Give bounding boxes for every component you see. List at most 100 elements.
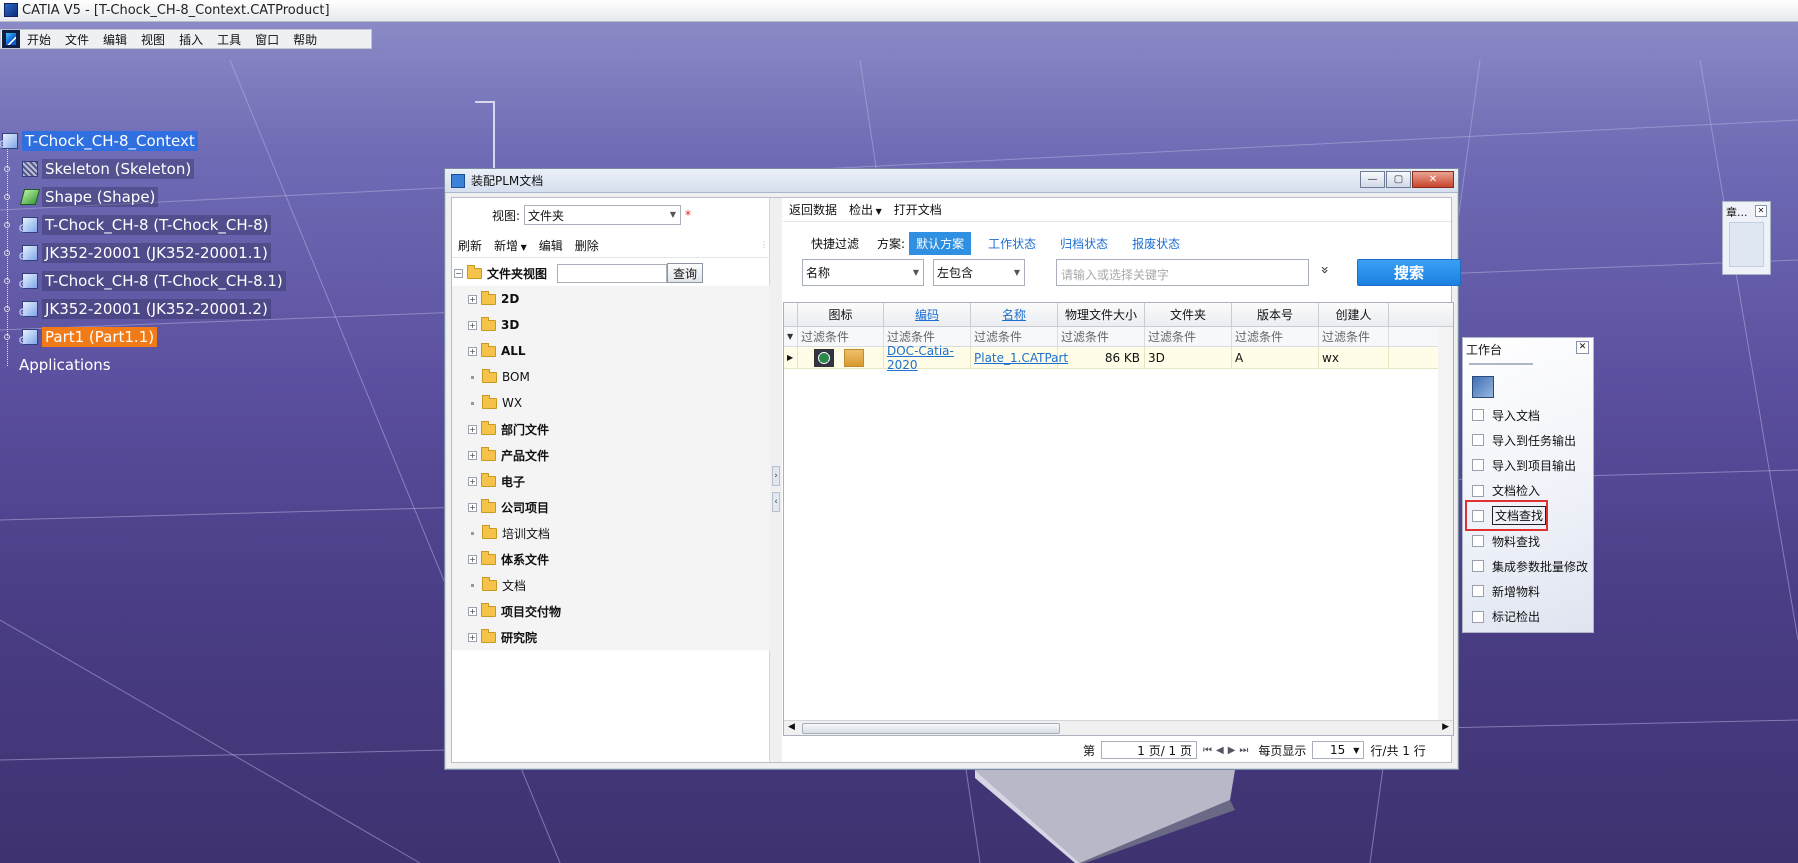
close-icon[interactable]: ✕ bbox=[1412, 171, 1454, 188]
page-nav-icons[interactable]: ⏮◀▶⏭ bbox=[1203, 745, 1252, 756]
scheme-default[interactable]: 默认方案 bbox=[909, 232, 972, 255]
workbench-item[interactable]: 导入到项目输出 bbox=[1472, 456, 1576, 474]
expand-icon[interactable]: + bbox=[468, 502, 477, 512]
checkbox[interactable] bbox=[1472, 535, 1484, 547]
folder-tree-item[interactable]: + ALL bbox=[452, 338, 770, 364]
expand-icon[interactable]: + bbox=[468, 632, 477, 642]
folder-tree-item[interactable]: + 公司项目 bbox=[452, 494, 770, 520]
expand-right-icon[interactable]: › bbox=[772, 466, 780, 486]
tree-node-root[interactable]: T-Chock_CH-8_Context bbox=[0, 130, 198, 152]
checkbox[interactable] bbox=[1472, 409, 1484, 421]
scheme-archived[interactable]: 归档状态 bbox=[1053, 232, 1115, 255]
tree-node-skeleton[interactable]: Skeleton (Skeleton) bbox=[4, 158, 195, 180]
tree-node-part1[interactable]: Part1 (Part1.1) bbox=[4, 326, 158, 348]
tree-node-label[interactable]: Shape (Shape) bbox=[42, 187, 159, 207]
workbench-item[interactable]: 集成参数批量修改 bbox=[1472, 557, 1588, 575]
tree-node-jk352-2[interactable]: JK352-20001 (JK352-20001.2) bbox=[4, 298, 271, 320]
workbench-item[interactable]: 标记检出 bbox=[1472, 608, 1540, 626]
edit-button[interactable]: 编辑 bbox=[539, 237, 563, 254]
minimize-icon[interactable]: — bbox=[1360, 171, 1385, 188]
workbench-item[interactable]: 物料查找 bbox=[1472, 532, 1540, 550]
folder-tree-item[interactable]: + 项目交付物 bbox=[452, 598, 770, 624]
open-document-button[interactable]: 打开文档 bbox=[894, 201, 942, 218]
filter-cell[interactable]: 过滤条件 bbox=[1145, 327, 1232, 346]
table-row[interactable]: ▶ DOC-Catia-2020 Plate_1.CATPart 86 KB 3… bbox=[784, 344, 1453, 372]
folder-tree-item[interactable]: + 研究院 bbox=[452, 624, 770, 650]
filter-cell[interactable]: 过滤条件 bbox=[798, 327, 884, 346]
checkbox[interactable] bbox=[1472, 434, 1484, 447]
folder-tree-item[interactable]: BOM bbox=[452, 364, 770, 390]
folder-tree-item[interactable]: + 体系文件 bbox=[452, 546, 770, 572]
scrollbar-thumb[interactable] bbox=[802, 723, 1060, 734]
checkout-button[interactable]: 检出 bbox=[849, 201, 882, 218]
expand-icon[interactable]: + bbox=[468, 424, 477, 434]
tree-node-label[interactable]: T-Chock_CH-8 (T-Chock_CH-8.1) bbox=[42, 271, 286, 291]
col-size[interactable]: 物理文件大小 bbox=[1058, 303, 1145, 326]
view-select[interactable]: 文件夹 ▼ bbox=[524, 205, 682, 225]
folder-tree-item[interactable]: +2D bbox=[452, 286, 770, 312]
catia-logo-icon[interactable] bbox=[2, 30, 20, 48]
tree-node-label[interactable]: T-Chock_CH-8 (T-Chock_CH-8) bbox=[42, 215, 272, 235]
filter-cell[interactable]: 过滤条件 bbox=[971, 327, 1058, 346]
chevron-down-icon[interactable]: ▼ bbox=[670, 210, 676, 219]
workbench-item[interactable]: 文档检入 bbox=[1472, 482, 1540, 500]
folder-tree-item[interactable]: + 部门文件 bbox=[452, 416, 770, 442]
return-data-button[interactable]: 返回数据 bbox=[789, 201, 837, 218]
tree-node-shape[interactable]: Shape (Shape) bbox=[4, 186, 159, 208]
folder-tree-item[interactable]: 文档 bbox=[452, 572, 770, 598]
folder-tree-root[interactable]: − 文件夹视图 查询 bbox=[452, 260, 770, 286]
tree-node-tchock-2[interactable]: T-Chock_CH-8 (T-Chock_CH-8.1) bbox=[4, 270, 286, 292]
workbench-item[interactable]: 导入到任务输出 bbox=[1472, 431, 1576, 449]
chevron-down-icon[interactable]: ▼ bbox=[1014, 268, 1020, 277]
workbench-item[interactable]: 新增物料 bbox=[1472, 582, 1540, 600]
checkbox[interactable] bbox=[1472, 459, 1484, 472]
tree-node-jk352-1[interactable]: JK352-20001 (JK352-20001.1) bbox=[4, 242, 271, 264]
expand-icon[interactable]: + bbox=[468, 606, 477, 616]
collapse-left-icon[interactable]: ‹ bbox=[772, 492, 780, 512]
scheme-working[interactable]: 工作状态 bbox=[981, 232, 1043, 255]
expand-icon[interactable]: + bbox=[468, 554, 477, 564]
filter-cell[interactable]: 过滤条件 bbox=[1058, 327, 1145, 346]
menu-start[interactable]: 开始 bbox=[20, 31, 58, 48]
folder-tree-item[interactable]: + 产品文件 bbox=[452, 442, 770, 468]
folder-tree-item[interactable]: 培训文档 bbox=[452, 520, 770, 546]
folder-tree-item[interactable]: + 电子 bbox=[452, 468, 770, 494]
keyword-input[interactable]: 请输入或选择关键字 bbox=[1056, 259, 1309, 286]
tree-node-label[interactable]: JK352-20001 (JK352-20001.2) bbox=[42, 299, 271, 319]
col-code[interactable]: 编码 bbox=[884, 303, 971, 326]
menu-window[interactable]: 窗口 bbox=[248, 31, 286, 48]
workbench-item[interactable]: 导入文档 bbox=[1472, 406, 1540, 424]
expand-icon[interactable]: + bbox=[468, 294, 477, 304]
tree-node-label[interactable]: Applications bbox=[16, 355, 114, 375]
menu-tools[interactable]: 工具 bbox=[210, 31, 248, 48]
dialog-titlebar[interactable]: 装配PLM文档 — ▢ ✕ bbox=[445, 169, 1458, 193]
filter-funnel-icon[interactable]: ▼ bbox=[784, 327, 798, 346]
expand-icon[interactable]: + bbox=[468, 346, 477, 356]
scroll-left-icon[interactable]: ◀ bbox=[788, 722, 795, 732]
menu-edit[interactable]: 编辑 bbox=[96, 31, 134, 48]
row-name[interactable]: Plate_1.CATPart bbox=[971, 347, 1068, 368]
menu-file[interactable]: 文件 bbox=[58, 31, 96, 48]
menu-view[interactable]: 视图 bbox=[134, 31, 172, 48]
hammer-tool-icon[interactable] bbox=[1472, 376, 1494, 398]
tree-node-label[interactable]: JK352-20001 (JK352-20001.1) bbox=[42, 243, 271, 263]
query-button[interactable]: 查询 bbox=[667, 263, 704, 283]
vertical-scrollbar[interactable] bbox=[1438, 327, 1453, 720]
maximize-icon[interactable]: ▢ bbox=[1386, 171, 1411, 188]
filter-cell[interactable]: 过滤条件 bbox=[1319, 327, 1389, 346]
col-icon[interactable]: 图标 bbox=[798, 303, 884, 326]
collapse-icon[interactable]: − bbox=[454, 268, 463, 278]
page-input[interactable]: 1 页/ 1 页 bbox=[1101, 741, 1198, 759]
folder-tree-item[interactable]: WX bbox=[452, 390, 770, 416]
chevron-down-icon[interactable]: ▼ bbox=[1353, 746, 1359, 755]
menu-help[interactable]: 帮助 bbox=[286, 31, 324, 48]
checkbox[interactable] bbox=[1472, 610, 1484, 623]
pane-splitter[interactable]: › ‹ bbox=[770, 198, 782, 762]
menu-insert[interactable]: 插入 bbox=[172, 31, 210, 48]
tree-node-label[interactable]: Skeleton (Skeleton) bbox=[42, 159, 195, 179]
row-code[interactable]: DOC-Catia-2020 bbox=[884, 344, 971, 372]
col-name[interactable]: 名称 bbox=[971, 303, 1058, 326]
col-creator[interactable]: 创建人 bbox=[1319, 303, 1389, 326]
close-icon[interactable]: ✕ bbox=[1755, 205, 1767, 217]
tree-node-applications[interactable]: Applications bbox=[8, 354, 114, 376]
